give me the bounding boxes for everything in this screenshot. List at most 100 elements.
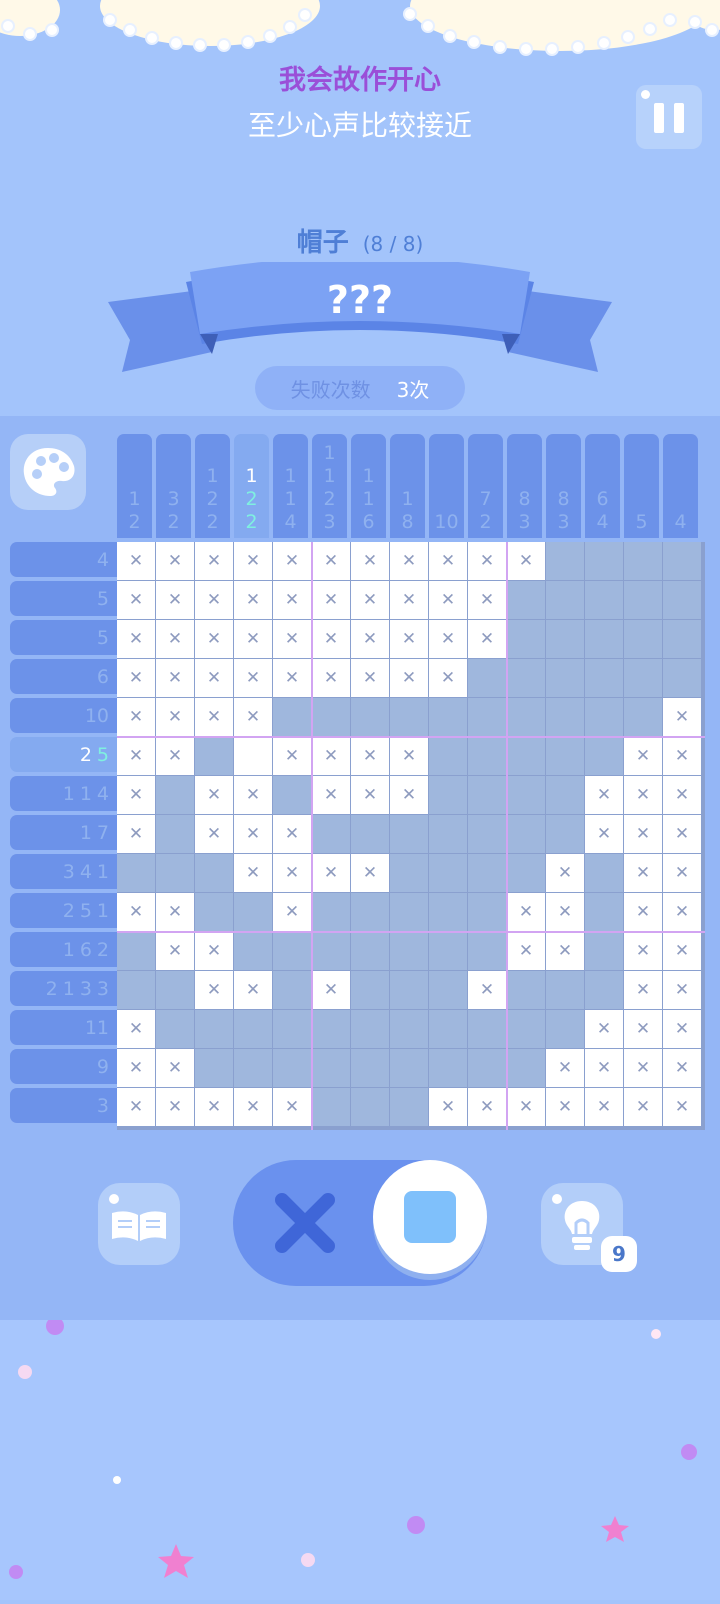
crossed-cell[interactable]: ✕: [195, 932, 233, 970]
filled-cell[interactable]: [273, 698, 311, 736]
filled-cell[interactable]: [234, 1049, 272, 1087]
filled-cell[interactable]: [390, 1010, 428, 1048]
filled-cell[interactable]: [585, 620, 623, 658]
crossed-cell[interactable]: ✕: [312, 542, 350, 580]
crossed-cell[interactable]: ✕: [390, 776, 428, 814]
filled-cell[interactable]: [468, 893, 506, 931]
crossed-cell[interactable]: ✕: [663, 971, 701, 1009]
crossed-cell[interactable]: ✕: [117, 776, 155, 814]
crossed-cell[interactable]: ✕: [156, 659, 194, 697]
cross-icon[interactable]: [270, 1188, 340, 1258]
crossed-cell[interactable]: ✕: [156, 893, 194, 931]
crossed-cell[interactable]: ✕: [273, 620, 311, 658]
filled-cell[interactable]: [624, 698, 662, 736]
filled-cell[interactable]: [663, 659, 701, 697]
filled-cell[interactable]: [429, 776, 467, 814]
filled-cell[interactable]: [312, 932, 350, 970]
filled-cell[interactable]: [585, 893, 623, 931]
pause-button[interactable]: [636, 85, 702, 149]
crossed-cell[interactable]: ✕: [195, 776, 233, 814]
crossed-cell[interactable]: ✕: [234, 698, 272, 736]
filled-cell[interactable]: [273, 1049, 311, 1087]
crossed-cell[interactable]: ✕: [195, 1088, 233, 1126]
crossed-cell[interactable]: ✕: [117, 698, 155, 736]
crossed-cell[interactable]: ✕: [351, 854, 389, 892]
filled-cell[interactable]: [624, 659, 662, 697]
crossed-cell[interactable]: ✕: [624, 815, 662, 853]
filled-cell[interactable]: [585, 971, 623, 1009]
filled-cell[interactable]: [663, 581, 701, 619]
filled-cell[interactable]: [351, 1049, 389, 1087]
crossed-cell[interactable]: ✕: [273, 1088, 311, 1126]
crossed-cell[interactable]: ✕: [624, 1010, 662, 1048]
filled-cell[interactable]: [546, 581, 584, 619]
filled-cell[interactable]: [390, 1049, 428, 1087]
crossed-cell[interactable]: ✕: [156, 542, 194, 580]
filled-cell[interactable]: [546, 737, 584, 775]
filled-cell[interactable]: [507, 854, 545, 892]
crossed-cell[interactable]: ✕: [390, 620, 428, 658]
filled-cell[interactable]: [351, 1088, 389, 1126]
filled-cell[interactable]: [429, 932, 467, 970]
filled-cell[interactable]: [117, 854, 155, 892]
filled-cell[interactable]: [546, 1010, 584, 1048]
crossed-cell[interactable]: ✕: [156, 698, 194, 736]
filled-cell[interactable]: [468, 1010, 506, 1048]
crossed-cell[interactable]: ✕: [156, 1088, 194, 1126]
filled-cell[interactable]: [429, 698, 467, 736]
crossed-cell[interactable]: ✕: [624, 1088, 662, 1126]
filled-cell[interactable]: [351, 815, 389, 853]
filled-cell[interactable]: [429, 971, 467, 1009]
crossed-cell[interactable]: ✕: [234, 776, 272, 814]
crossed-cell[interactable]: ✕: [156, 581, 194, 619]
crossed-cell[interactable]: ✕: [351, 659, 389, 697]
filled-cell[interactable]: [585, 542, 623, 580]
filled-cell[interactable]: [390, 1088, 428, 1126]
filled-cell[interactable]: [156, 854, 194, 892]
filled-cell[interactable]: [390, 854, 428, 892]
crossed-cell[interactable]: ✕: [234, 581, 272, 619]
crossed-cell[interactable]: ✕: [390, 737, 428, 775]
crossed-cell[interactable]: ✕: [312, 620, 350, 658]
crossed-cell[interactable]: ✕: [117, 1049, 155, 1087]
crossed-cell[interactable]: ✕: [468, 542, 506, 580]
filled-cell[interactable]: [429, 893, 467, 931]
filled-cell[interactable]: [273, 1010, 311, 1048]
filled-cell[interactable]: [312, 1088, 350, 1126]
crossed-cell[interactable]: ✕: [429, 581, 467, 619]
filled-cell[interactable]: [195, 854, 233, 892]
crossed-cell[interactable]: ✕: [234, 542, 272, 580]
crossed-cell[interactable]: ✕: [312, 737, 350, 775]
crossed-cell[interactable]: ✕: [624, 854, 662, 892]
crossed-cell[interactable]: ✕: [234, 659, 272, 697]
crossed-cell[interactable]: ✕: [663, 737, 701, 775]
filled-cell[interactable]: [351, 932, 389, 970]
crossed-cell[interactable]: ✕: [117, 1088, 155, 1126]
filled-cell[interactable]: [195, 893, 233, 931]
crossed-cell[interactable]: ✕: [507, 932, 545, 970]
filled-cell[interactable]: [546, 542, 584, 580]
crossed-cell[interactable]: ✕: [546, 1088, 584, 1126]
crossed-cell[interactable]: ✕: [663, 1088, 701, 1126]
filled-cell[interactable]: [546, 815, 584, 853]
filled-cell[interactable]: [468, 698, 506, 736]
filled-cell[interactable]: [507, 815, 545, 853]
crossed-cell[interactable]: ✕: [195, 971, 233, 1009]
crossed-cell[interactable]: ✕: [273, 542, 311, 580]
filled-cell[interactable]: [585, 854, 623, 892]
crossed-cell[interactable]: ✕: [585, 1010, 623, 1048]
filled-cell[interactable]: [585, 659, 623, 697]
filled-cell[interactable]: [351, 893, 389, 931]
nonogram-grid[interactable]: ✕ ✕ ✕ ✕ ✕ ✕ ✕ ✕ ✕ ✕ ✕ ✕ ✕ ✕ ✕ ✕ ✕ ✕ ✕ ✕ ✕ ✕ ✕ ✕ ✕ ✕ ✕ ✕ ✕ ✕ ✕ ✕ ✕ ✕ ✕ ✕ ✕ ✕ ✕ ✕…: [117, 542, 705, 1130]
crossed-cell[interactable]: ✕: [351, 542, 389, 580]
filled-cell[interactable]: [195, 737, 233, 775]
crossed-cell[interactable]: ✕: [351, 581, 389, 619]
crossed-cell[interactable]: ✕: [234, 1088, 272, 1126]
crossed-cell[interactable]: ✕: [117, 815, 155, 853]
filled-cell[interactable]: [429, 737, 467, 775]
filled-cell[interactable]: [624, 620, 662, 658]
filled-cell[interactable]: [507, 1049, 545, 1087]
crossed-cell[interactable]: ✕: [156, 932, 194, 970]
filled-cell[interactable]: [273, 932, 311, 970]
filled-cell[interactable]: [585, 581, 623, 619]
